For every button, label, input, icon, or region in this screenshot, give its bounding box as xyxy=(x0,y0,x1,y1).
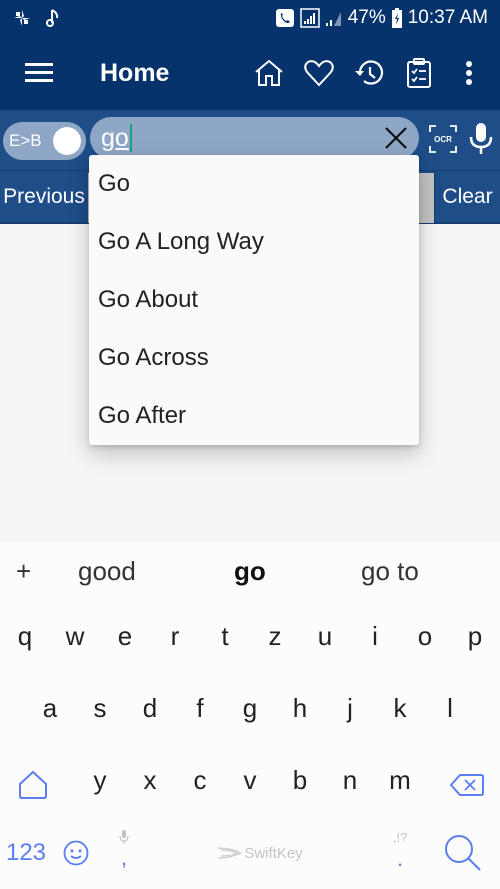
key-u[interactable]: u xyxy=(300,606,350,666)
ocr-label: OCR xyxy=(434,135,452,144)
suggestion-center[interactable]: go xyxy=(234,556,266,587)
key-g[interactable]: g xyxy=(225,678,275,738)
key-o[interactable]: o xyxy=(400,606,450,666)
menu-button[interactable] xyxy=(0,36,78,110)
backspace-key[interactable] xyxy=(442,755,492,815)
period-key[interactable]: ,!? . xyxy=(378,818,422,884)
signal-box-icon xyxy=(299,8,320,28)
comma-key[interactable]: , xyxy=(102,818,146,884)
keyboard: + good go go to qwertzuiop asdfghjkl yxc… xyxy=(0,542,500,889)
key-t[interactable]: t xyxy=(200,606,250,666)
history-icon xyxy=(355,60,384,85)
smiley-icon xyxy=(63,840,89,866)
autocomplete-item[interactable]: Go xyxy=(89,155,419,213)
hamburger-icon xyxy=(25,63,53,82)
previous-button[interactable]: Previous xyxy=(0,171,88,223)
history-button[interactable] xyxy=(344,48,394,98)
heart-icon xyxy=(304,60,334,87)
clock: 10:37 AM xyxy=(407,7,488,28)
key-row-1: qwertzuiop xyxy=(0,606,500,676)
pinwheel-icon xyxy=(12,8,32,28)
app-bar: Home xyxy=(0,36,500,110)
key-row-4: 123 , SwiftKey ,!? . xyxy=(0,818,500,888)
search-input-value: go xyxy=(101,123,129,152)
space-brand-label: SwiftKey xyxy=(244,844,303,862)
call-icon xyxy=(275,9,294,27)
home-icon xyxy=(255,59,283,86)
add-word-button[interactable]: + xyxy=(16,556,31,587)
autocomplete-item[interactable]: Go A Long Way xyxy=(89,213,419,271)
key-i[interactable]: i xyxy=(350,606,400,666)
key-a[interactable]: a xyxy=(25,678,75,738)
autocomplete-dropdown: Go Go A Long Way Go About Go Across Go A… xyxy=(89,155,419,445)
mic-hint-icon xyxy=(119,830,129,844)
numbers-key[interactable]: 123 xyxy=(4,823,48,883)
autocomplete-item[interactable]: Go Across xyxy=(89,329,419,387)
key-k[interactable]: k xyxy=(375,678,425,738)
search-icon xyxy=(445,835,481,871)
status-bar: 47% 10:37 AM xyxy=(0,0,500,36)
swiftkey-logo-icon xyxy=(218,847,243,859)
ocr-icon[interactable]: OCR xyxy=(428,124,458,154)
clear-search-icon[interactable] xyxy=(383,125,409,151)
battery-charging-icon xyxy=(391,8,402,28)
suggestion-bar: + good go go to xyxy=(0,542,500,604)
key-c[interactable]: c xyxy=(175,750,225,810)
key-s[interactable]: s xyxy=(75,678,125,738)
battery-percent: 47% xyxy=(347,7,386,28)
key-row-3: yxcvbnm xyxy=(0,750,500,820)
key-p[interactable]: p xyxy=(450,606,500,666)
page-title: Home xyxy=(100,58,170,87)
key-d[interactable]: d xyxy=(125,678,175,738)
more-icon xyxy=(466,61,472,85)
punctuation-hint: ,!? xyxy=(392,829,408,845)
toggle-knob xyxy=(53,127,81,155)
more-options-button[interactable] xyxy=(444,48,494,98)
key-j[interactable]: j xyxy=(325,678,375,738)
shift-icon xyxy=(19,770,47,799)
key-row-2: asdfghjkl xyxy=(0,678,500,748)
comma-label: , xyxy=(120,845,128,870)
search-input[interactable]: go xyxy=(90,117,419,159)
key-r[interactable]: r xyxy=(150,606,200,666)
emoji-key[interactable] xyxy=(54,823,98,883)
autocomplete-item[interactable]: Go About xyxy=(89,271,419,329)
clipboard-button[interactable] xyxy=(394,48,444,98)
key-e[interactable]: e xyxy=(100,606,150,666)
key-y[interactable]: y xyxy=(75,750,125,810)
key-h[interactable]: h xyxy=(275,678,325,738)
key-m[interactable]: m xyxy=(375,750,425,810)
key-b[interactable]: b xyxy=(275,750,325,810)
language-toggle[interactable]: E>B xyxy=(3,122,86,160)
microphone-icon[interactable] xyxy=(468,122,494,156)
key-q[interactable]: q xyxy=(0,606,50,666)
search-key[interactable] xyxy=(436,823,490,883)
autocomplete-item[interactable]: Go After xyxy=(89,387,419,445)
shift-key[interactable] xyxy=(8,755,58,815)
key-l[interactable]: l xyxy=(425,678,475,738)
suggestion-right[interactable]: go to xyxy=(361,556,419,587)
key-x[interactable]: x xyxy=(125,750,175,810)
key-f[interactable]: f xyxy=(175,678,225,738)
key-w[interactable]: w xyxy=(50,606,100,666)
text-caret xyxy=(129,124,132,152)
period-label: . xyxy=(396,845,404,871)
clipboard-icon xyxy=(407,58,431,88)
space-key[interactable]: SwiftKey xyxy=(150,823,370,883)
home-button[interactable] xyxy=(244,48,294,98)
backspace-icon xyxy=(450,774,484,796)
favorites-button[interactable] xyxy=(294,48,344,98)
language-toggle-label: E>B xyxy=(9,131,42,150)
music-note-icon xyxy=(46,8,60,28)
signal-icon xyxy=(325,9,342,27)
clear-button[interactable]: Clear xyxy=(434,171,500,223)
key-n[interactable]: n xyxy=(325,750,375,810)
suggestion-left[interactable]: good xyxy=(78,556,136,587)
key-v[interactable]: v xyxy=(225,750,275,810)
key-z[interactable]: z xyxy=(250,606,300,666)
